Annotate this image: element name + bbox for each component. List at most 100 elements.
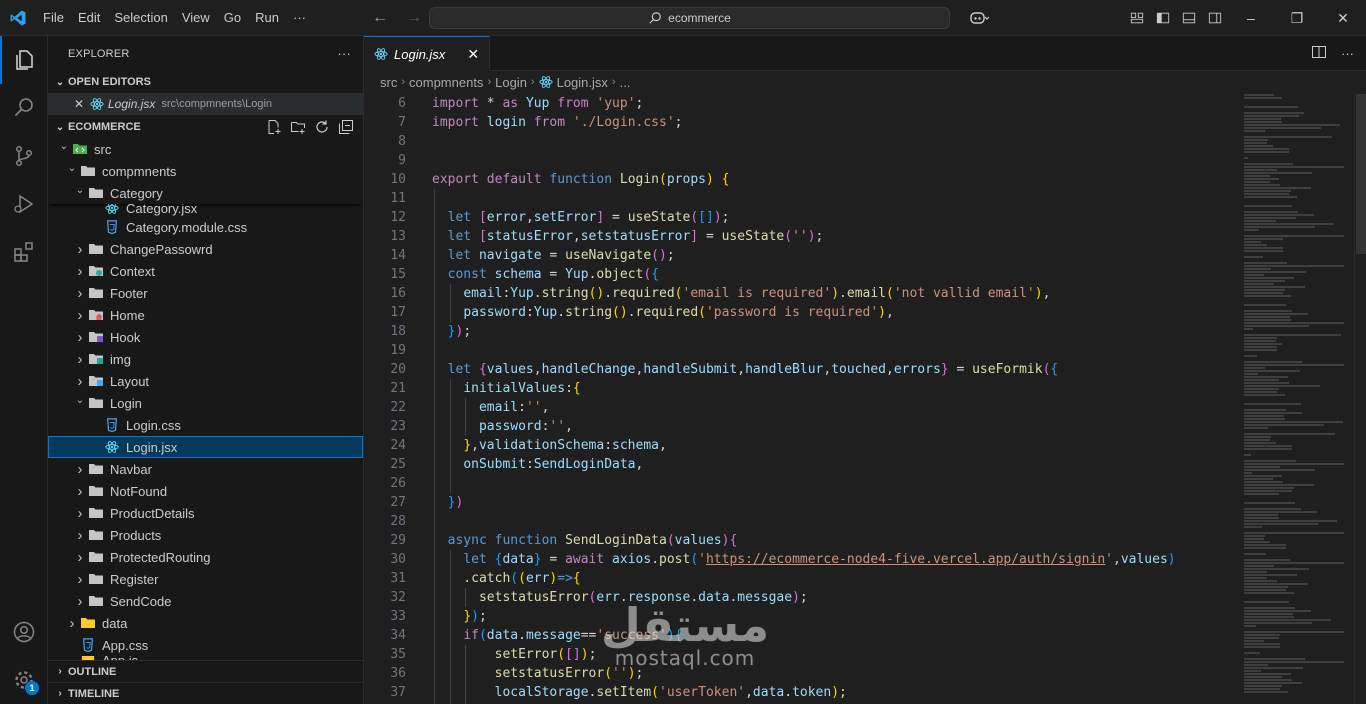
code-token: ; — [588, 647, 597, 662]
minimap-line — [1244, 442, 1276, 444]
split-editor-icon[interactable] — [1311, 44, 1327, 63]
breadcrumb-item[interactable]: ... — [620, 75, 631, 90]
minimap-line — [1244, 367, 1265, 369]
tree-folder[interactable]: › img — [48, 348, 363, 370]
line-number: 24 — [390, 438, 406, 453]
toggle-secondary-sidebar-icon[interactable] — [1202, 0, 1228, 36]
code-token: values — [1120, 552, 1168, 567]
command-center-search[interactable]: ecommerce — [429, 7, 950, 29]
tree-folder[interactable]: › SendCode — [48, 590, 363, 612]
tree-folder[interactable]: › Home — [48, 304, 363, 326]
minimap-line — [1244, 601, 1289, 603]
search-text: ecommerce — [668, 11, 731, 25]
minimap-line — [1244, 313, 1308, 315]
tree-folder[interactable]: › NotFound — [48, 480, 363, 502]
indent-guide — [449, 626, 451, 645]
tree-folder[interactable]: ⌄ src — [48, 138, 363, 160]
minimap-line — [1244, 469, 1315, 471]
tree-folder[interactable]: › Navbar — [48, 458, 363, 480]
vertical-scrollbar[interactable] — [1354, 94, 1366, 704]
tree-folder[interactable]: ⌄ Category — [48, 182, 363, 204]
minimap[interactable] — [1244, 94, 1354, 704]
folder-icon — [88, 593, 104, 609]
indent-guide — [465, 398, 467, 417]
minimap-line — [1244, 370, 1300, 372]
file-tree: ⌄ src ⌄ compmnents ⌄ Category Category.jsx Cate… — [48, 138, 363, 668]
tree-folder[interactable]: › ChangePassowrd — [48, 238, 363, 260]
breadcrumb-item[interactable]: Login.jsx — [557, 75, 608, 90]
menu-item-edit[interactable]: Edit — [71, 0, 107, 36]
menu-item-file[interactable]: File — [36, 0, 71, 36]
restore-icon[interactable]: ❐ — [1274, 0, 1320, 36]
new-folder-icon[interactable] — [289, 118, 307, 136]
tab-login-jsx[interactable]: Login.jsx ✕ — [364, 36, 491, 71]
toggle-panel-icon[interactable] — [1176, 0, 1202, 36]
refresh-icon[interactable] — [313, 118, 331, 136]
menu-item-selection[interactable]: Selection — [107, 0, 174, 36]
close-editor-icon[interactable]: ✕ — [74, 97, 90, 111]
line-number: 21 — [390, 381, 406, 396]
search-icon[interactable] — [0, 84, 48, 132]
chevron-right-icon: › — [401, 76, 406, 88]
tree-folder[interactable]: › Layout — [48, 370, 363, 392]
tree-file[interactable]: App.css — [48, 634, 363, 656]
outline-section[interactable]: › OUTLINE — [48, 660, 363, 682]
breadcrumb-item[interactable]: Login — [495, 75, 527, 90]
menu-item-more[interactable]: ··· — [286, 0, 313, 36]
chevron-right-icon: › — [611, 76, 616, 88]
code-text: },validationSchema:schema, — [406, 436, 667, 455]
tree-file[interactable]: Login.css — [48, 414, 363, 436]
minimize-icon[interactable]: – — [1228, 0, 1274, 36]
tree-folder[interactable]: › Products — [48, 524, 363, 546]
menu-item-go[interactable]: Go — [217, 0, 248, 36]
collapse-all-icon[interactable] — [337, 118, 355, 136]
tree-file[interactable]: Category.jsx — [48, 204, 363, 216]
breadcrumb-item[interactable]: src — [380, 75, 397, 90]
minimap-line — [1244, 427, 1268, 429]
minimap-line — [1244, 130, 1265, 132]
folder-icon — [88, 185, 104, 201]
accounts-icon[interactable] — [0, 608, 48, 656]
open-editors-section[interactable]: ⌄ OPEN EDITORS — [48, 71, 363, 93]
folder-icon — [88, 395, 104, 411]
run-and-debug-icon[interactable] — [0, 180, 48, 228]
timeline-section[interactable]: › TIMELINE — [48, 682, 363, 704]
tree-folder[interactable]: ⌄ compmnents — [48, 160, 363, 182]
tree-folder[interactable]: ⌄ Login — [48, 392, 363, 414]
new-file-icon[interactable] — [265, 118, 283, 136]
customize-layout-icon[interactable] — [1124, 0, 1150, 36]
tree-folder[interactable]: › Footer — [48, 282, 363, 304]
menu-item-run[interactable]: Run — [248, 0, 286, 36]
tree-file[interactable]: Category.module.css — [48, 216, 363, 238]
manage-gear-icon[interactable]: 1 — [0, 656, 48, 704]
explorer-icon[interactable] — [0, 36, 48, 84]
tree-file[interactable]: Login.jsx — [48, 436, 363, 458]
project-section[interactable]: ⌄ ECOMMERCE — [48, 116, 363, 138]
tree-folder[interactable]: › Context — [48, 260, 363, 282]
tree-folder[interactable]: › ProtectedRouting — [48, 546, 363, 568]
tree-folder[interactable]: › ProductDetails — [48, 502, 363, 524]
close-window-icon[interactable]: ✕ — [1320, 0, 1366, 36]
more-actions-icon[interactable]: ··· — [337, 46, 351, 61]
go-forward-arrow-icon[interactable]: → — [402, 6, 426, 30]
code-token: . — [839, 286, 847, 301]
vscode-logo-icon — [0, 0, 36, 36]
tree-folder[interactable]: › data — [48, 612, 363, 634]
toggle-primary-sidebar-icon[interactable] — [1150, 0, 1176, 36]
minimap-line — [1244, 571, 1267, 573]
open-editor-item[interactable]: ✕ Login.jsx src\compmnents\Login — [48, 93, 363, 115]
scrollbar-thumb[interactable] — [1356, 94, 1366, 254]
copilot-icon[interactable] — [960, 0, 998, 36]
close-tab-icon[interactable]: ✕ — [467, 46, 479, 63]
extensions-icon[interactable] — [0, 228, 48, 276]
minimap-line — [1244, 310, 1292, 312]
indent-guide — [434, 246, 435, 265]
breadcrumb-item[interactable]: compmnents — [409, 75, 483, 90]
more-actions-icon[interactable]: ··· — [1341, 46, 1354, 61]
menu-item-view[interactable]: View — [175, 0, 217, 36]
source-control-icon[interactable] — [0, 132, 48, 180]
tree-folder[interactable]: › Hook — [48, 326, 363, 348]
tree-folder[interactable]: › Register — [48, 568, 363, 590]
code-editor[interactable]: 6 import * as Yup from 'yup'; 7 import logi… — [364, 94, 1244, 704]
go-back-arrow-icon[interactable]: ← — [368, 6, 392, 30]
